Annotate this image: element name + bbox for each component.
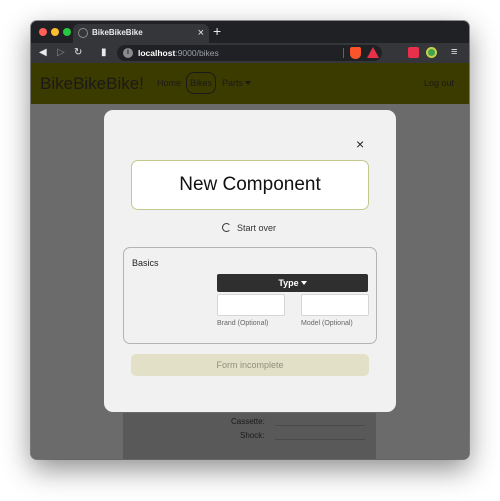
url-text: localhost:9000/bikes [138, 48, 219, 58]
start-over-button[interactable]: Start over [222, 223, 276, 233]
shock-label: Shock: [240, 431, 265, 440]
maximize-window-button[interactable] [63, 28, 71, 36]
url-bar[interactable]: i localhost:9000/bikes [117, 45, 382, 61]
address-toolbar: ◀ ▷ ↻ ▮ i localhost:9000/bikes [31, 43, 469, 63]
model-label: Model (Optional) [301, 320, 353, 327]
reload-icon[interactable]: ↻ [74, 46, 82, 60]
close-window-button[interactable] [39, 28, 47, 36]
chevron-down-icon [245, 81, 252, 85]
close-icon[interactable]: × [356, 137, 364, 151]
basics-fieldset: Basics Type Brand (Optional) Model (Opti… [123, 247, 377, 344]
new-tab-icon[interactable]: + [213, 23, 221, 39]
type-label: Type [278, 278, 299, 288]
nav-bikes-link[interactable]: Bikes [186, 72, 216, 94]
brave-shields-icon[interactable] [350, 47, 361, 59]
nav-parts-dropdown[interactable]: Parts [222, 78, 252, 88]
modal-title: New Component [131, 160, 369, 210]
forward-icon[interactable]: ▷ [57, 46, 65, 60]
type-dropdown-button[interactable]: Type [217, 274, 368, 292]
cassette-label: Cassette: [231, 417, 265, 426]
model-input[interactable] [301, 294, 369, 316]
nav-parts-label: Parts [222, 78, 244, 88]
basics-label: Basics [132, 258, 159, 268]
form-incomplete-button[interactable]: Form incomplete [131, 354, 369, 376]
logout-link[interactable]: Log out [424, 78, 454, 88]
browser-tab[interactable]: BikeBikeBike × [73, 24, 209, 43]
extension-icon[interactable] [426, 47, 437, 58]
rewards-icon[interactable] [367, 47, 379, 58]
background-bike-card: Cassette: Shock: [123, 413, 376, 459]
nav-home-link[interactable]: Home [157, 78, 181, 88]
minimize-window-button[interactable] [51, 28, 59, 36]
start-over-label: Start over [237, 223, 277, 233]
site-brand[interactable]: BikeBikeBike! [40, 74, 144, 94]
menu-icon[interactable]: ≡ [451, 45, 457, 59]
tab-bar: BikeBikeBike × + [31, 21, 469, 43]
url-host: localhost [138, 48, 176, 58]
url-divider [343, 48, 344, 58]
url-path: :9000/bikes [175, 48, 219, 58]
brand-label: Brand (Optional) [217, 320, 269, 327]
refresh-icon [222, 223, 231, 232]
new-component-modal: × New Component Start over Basics Type B… [104, 110, 396, 412]
extension-icon[interactable] [408, 47, 419, 58]
bookmark-icon[interactable]: ▮ [101, 46, 107, 60]
globe-icon [78, 28, 88, 38]
cassette-value-line [275, 425, 365, 426]
back-icon[interactable]: ◀ [39, 46, 47, 60]
site-navbar: BikeBikeBike! Home Bikes Parts Log out [31, 63, 469, 104]
site-info-icon[interactable]: i [123, 48, 133, 58]
chevron-down-icon [300, 281, 307, 285]
close-tab-icon[interactable]: × [198, 26, 204, 40]
tab-title: BikeBikeBike [92, 28, 143, 37]
shock-value-line [275, 439, 365, 440]
brand-input[interactable] [217, 294, 285, 316]
